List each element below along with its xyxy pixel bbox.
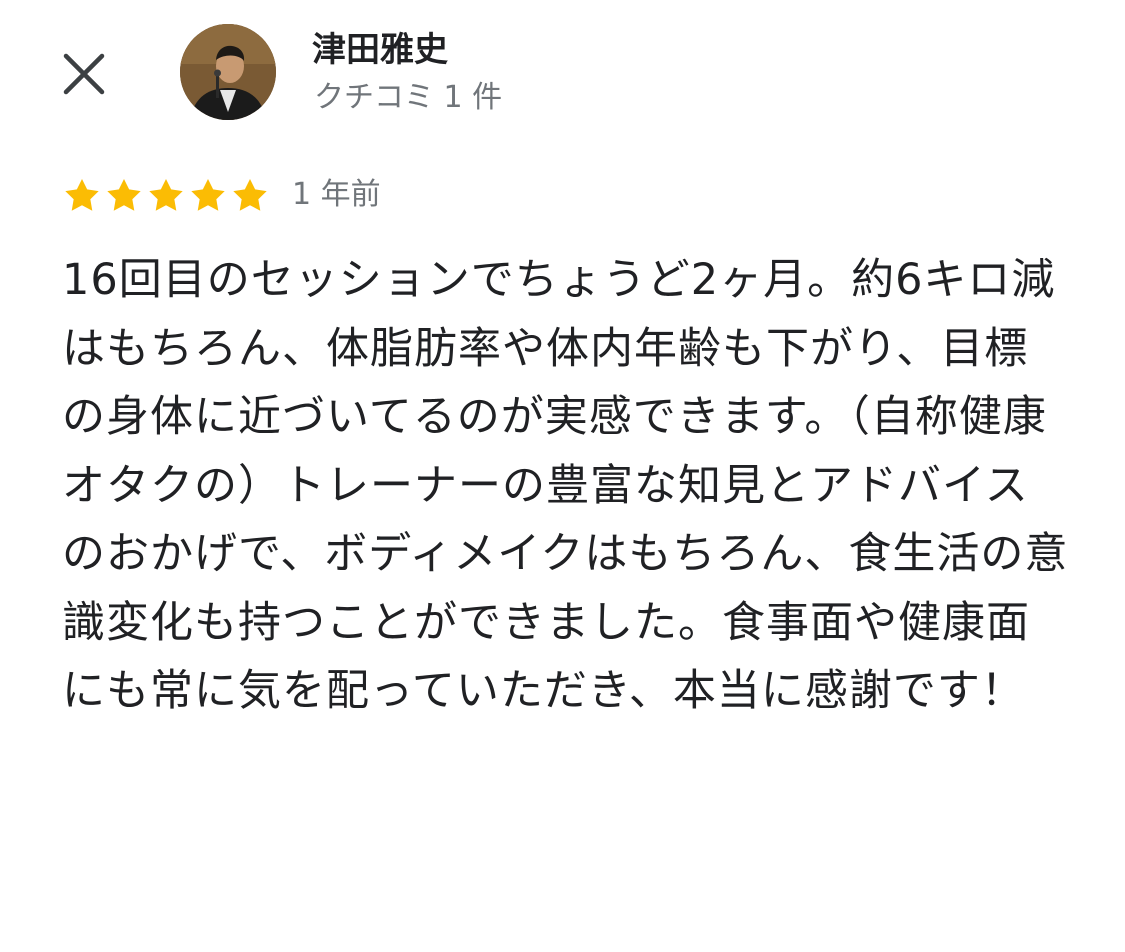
star-icon: [104, 176, 144, 216]
reviewer-avatar[interactable]: [180, 24, 276, 120]
close-button[interactable]: [58, 48, 110, 100]
reviewer-name[interactable]: 津田雅史: [312, 28, 448, 72]
avatar-image: [180, 24, 276, 120]
star-icon: [62, 176, 102, 216]
review-text: 16回目のセッションでちょうど2ヶ月。約6キロ減はもちろん、体脂肪率や体内年齢も…: [62, 255, 1069, 716]
star-icon: [188, 176, 228, 216]
review-date: 1 年前: [292, 177, 381, 212]
close-icon: [63, 53, 105, 95]
star-rating: [62, 176, 272, 216]
review-count: クチコミ 1 件: [314, 80, 503, 115]
star-icon: [230, 176, 270, 216]
star-icon: [146, 176, 186, 216]
